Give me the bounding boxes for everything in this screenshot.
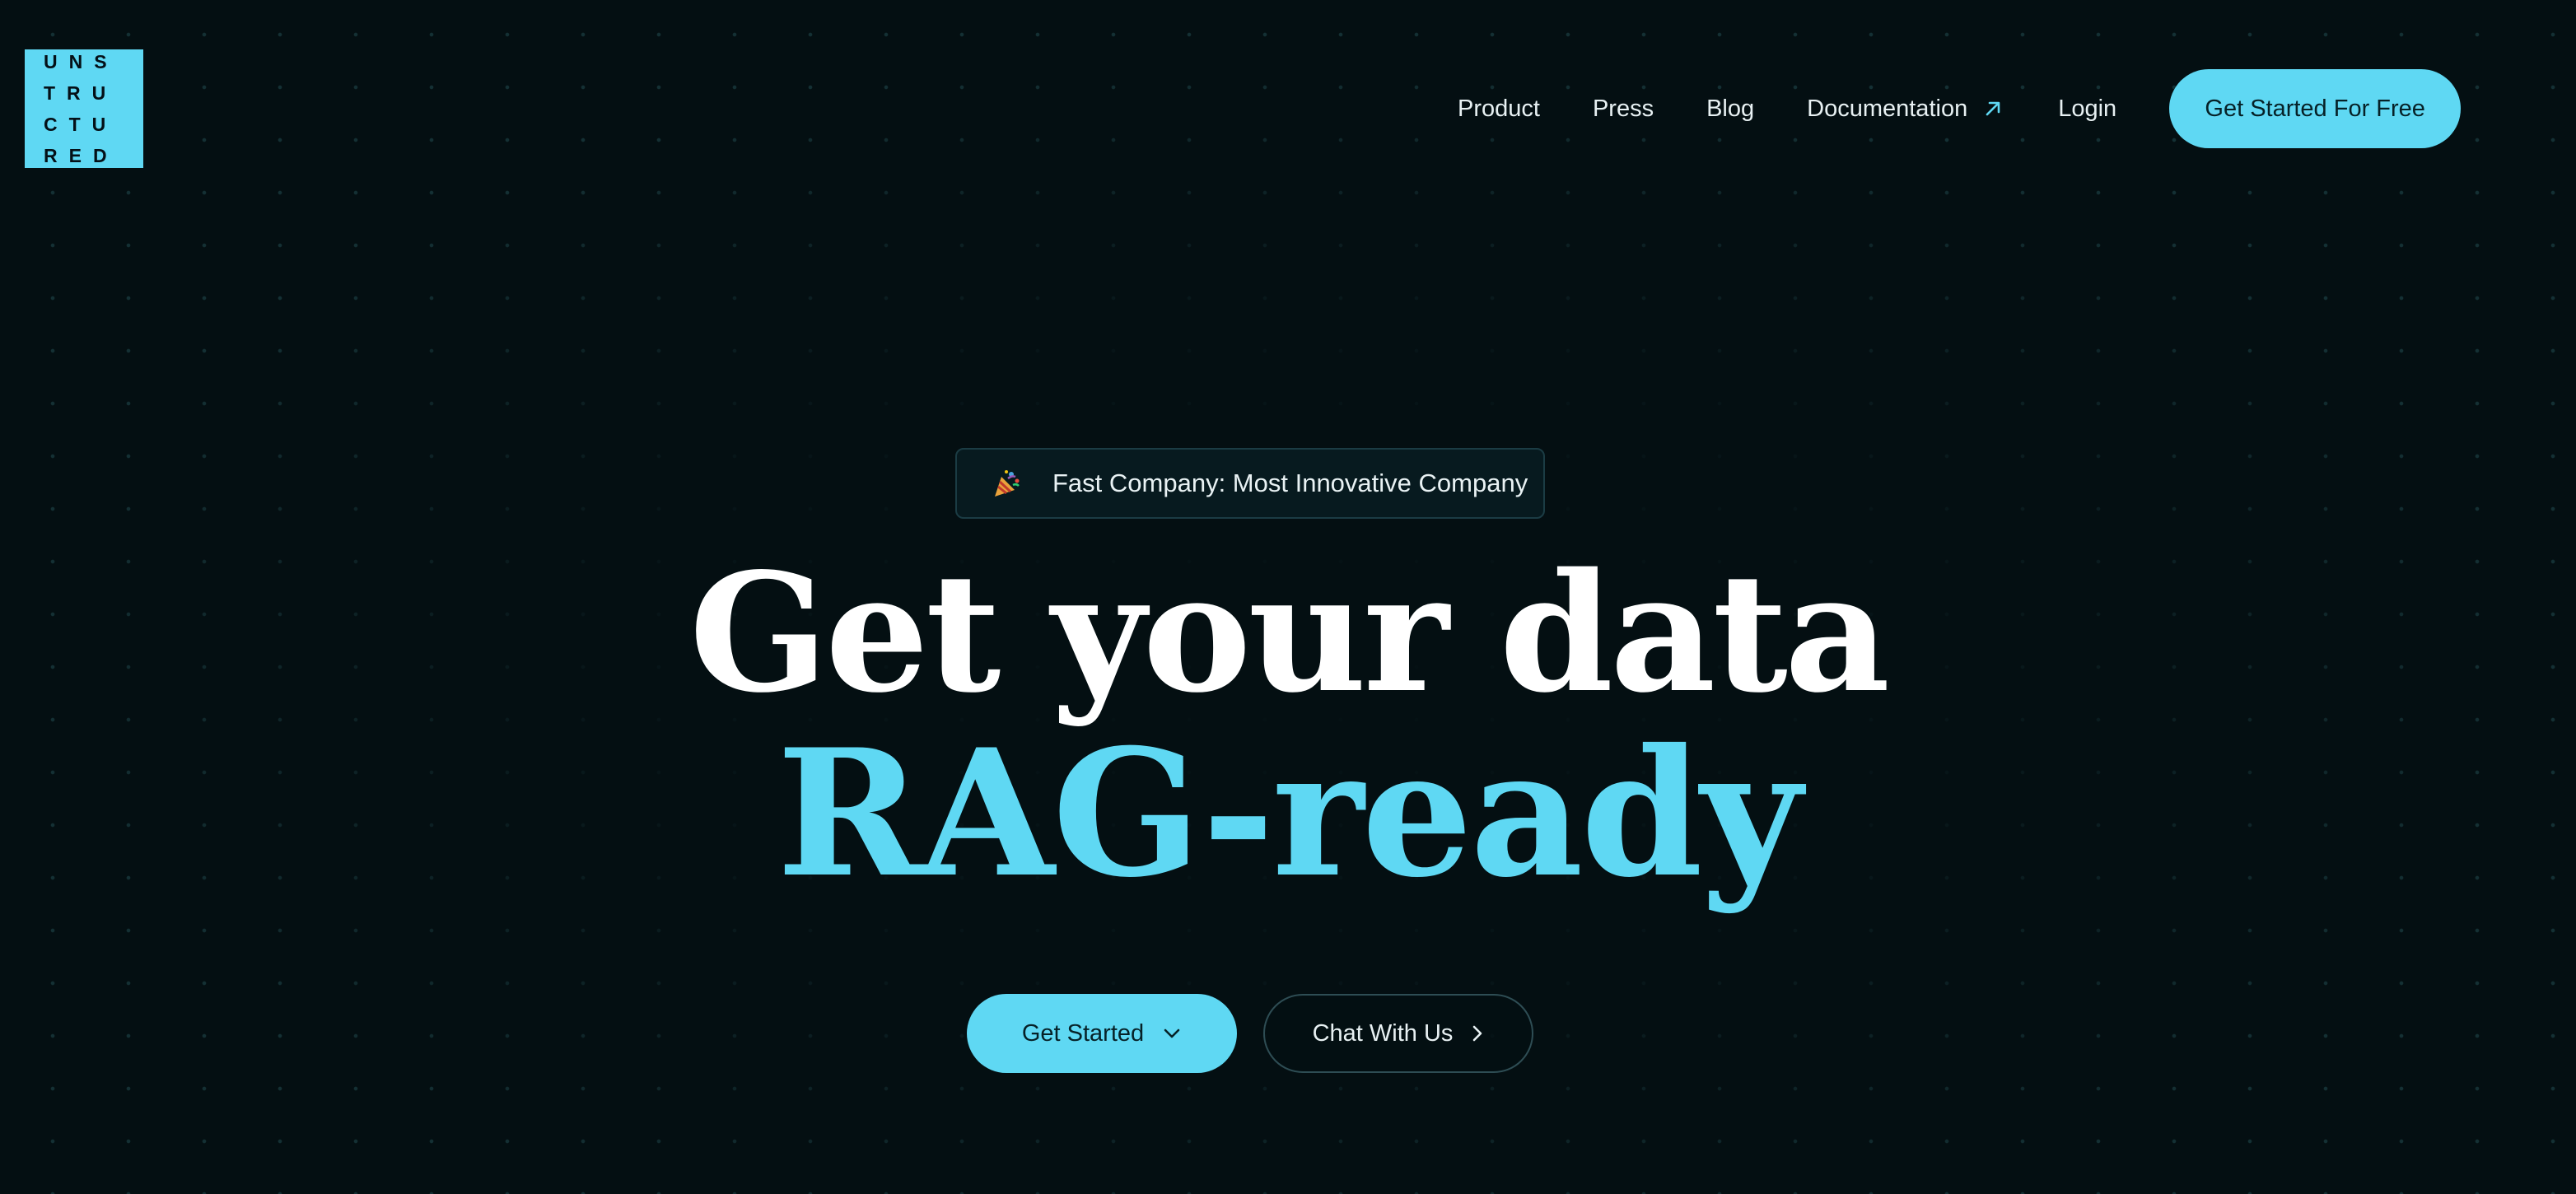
nav-link-login-label: Login xyxy=(2058,95,2117,122)
announcement-badge[interactable]: Fast Company: Most Innovative Company xyxy=(955,448,1545,519)
nav-link-product-label: Product xyxy=(1458,95,1540,122)
announcement-text: Fast Company: Most Innovative Company xyxy=(1052,469,1528,497)
hero-headline-line1: Get your data xyxy=(688,537,1890,729)
nav-link-documentation[interactable]: Documentation xyxy=(1807,96,2002,123)
hero-headline: Get your data RAG-ready xyxy=(0,552,2576,901)
nav-link-blog-label: Blog xyxy=(1706,95,1755,122)
logo-wordmark: UNSTRUCTURED xyxy=(44,51,119,166)
unstructured-logo[interactable]: UNSTRUCTURED xyxy=(25,49,143,168)
nav-link-product[interactable]: Product xyxy=(1458,96,1540,123)
chat-with-us-label: Chat With Us xyxy=(1312,1019,1454,1047)
get-started-free-label: Get Started For Free xyxy=(2205,95,2425,122)
get-started-free-button[interactable]: Get Started For Free xyxy=(2169,69,2462,148)
chevron-down-icon xyxy=(1162,1027,1182,1040)
external-link-arrow-icon xyxy=(1984,100,2002,118)
nav-link-blog[interactable]: Blog xyxy=(1706,96,1754,123)
top-navigation: Product Press Blog Documentation Login G… xyxy=(1458,69,2462,148)
chat-with-us-button[interactable]: Chat With Us xyxy=(1263,994,1533,1073)
landing-page: UNSTRUCTURED Product Press Blog Document… xyxy=(0,0,2576,1194)
party-popper-icon xyxy=(990,467,1023,500)
nav-link-documentation-label: Documentation xyxy=(1807,95,1968,122)
chevron-right-icon xyxy=(1471,1024,1484,1043)
nav-link-login[interactable]: Login xyxy=(2058,96,2116,123)
nav-link-press-label: Press xyxy=(1592,95,1654,122)
nav-link-press[interactable]: Press xyxy=(1593,96,1654,123)
get-started-button[interactable]: Get Started xyxy=(967,994,1237,1073)
get-started-label: Get Started xyxy=(1021,1019,1145,1047)
hero-headline-line2: RAG-ready xyxy=(777,711,1802,916)
